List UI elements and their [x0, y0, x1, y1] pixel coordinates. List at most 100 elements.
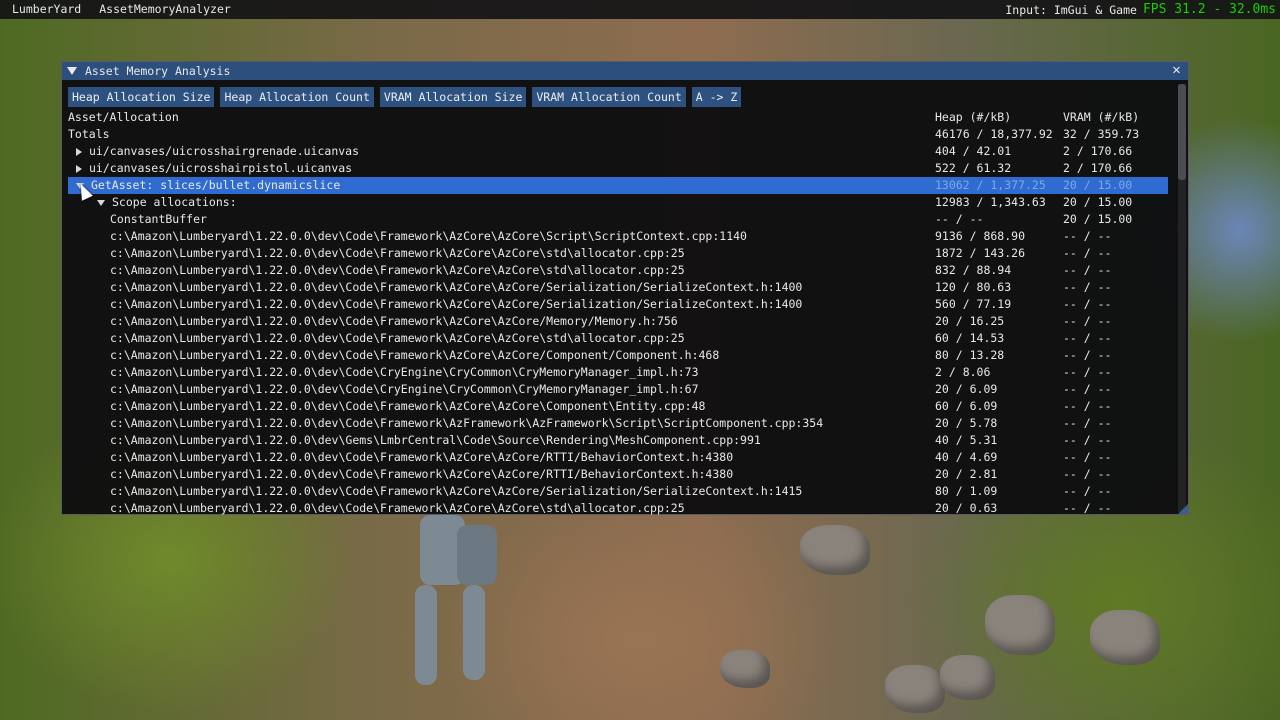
window-title-bar[interactable]: Asset Memory Analysis ✕ — [62, 62, 1188, 80]
row-heap: 13062 / 1,377.25 — [935, 178, 1046, 192]
collapse-arrow-icon[interactable] — [97, 199, 105, 206]
row-heap: 60 / 14.53 — [935, 331, 1005, 345]
row-vram: 20 / 15.00 — [1063, 178, 1133, 192]
table-row: c:\Amazon\Lumberyard\1.22.0.0\dev\Code\F… — [62, 313, 1174, 330]
tree-node-row[interactable]: Scope allocations: 12983 / 1,343.63 20 /… — [62, 194, 1174, 211]
row-name: c:\Amazon\Lumberyard\1.22.0.0\dev\Code\F… — [110, 467, 734, 481]
row-vram: -- / -- — [1063, 348, 1112, 362]
table-row: c:\Amazon\Lumberyard\1.22.0.0\dev\Code\F… — [62, 500, 1174, 517]
table-row: c:\Amazon\Lumberyard\1.22.0.0\dev\Code\F… — [62, 347, 1174, 364]
main-menu-bar: LumberYard AssetMemoryAnalyzer Input: Im… — [0, 0, 1280, 19]
menu-asset-memory-analyzer[interactable]: AssetMemoryAnalyzer — [93, 0, 237, 19]
row-vram: -- / -- — [1063, 280, 1112, 294]
row-vram: -- / -- — [1063, 416, 1112, 430]
row-name: c:\Amazon\Lumberyard\1.22.0.0\dev\Code\F… — [110, 229, 747, 243]
tree-node-row[interactable]: ui/canvases/uicrosshairgrenade.uicanvas … — [62, 143, 1174, 160]
sort-alphabetical-button[interactable]: A -> Z — [691, 87, 742, 107]
row-vram: -- / -- — [1063, 297, 1112, 311]
row-name: c:\Amazon\Lumberyard\1.22.0.0\dev\Code\F… — [110, 399, 706, 413]
row-heap: 46176 / 18,377.92 — [935, 127, 1053, 141]
vertical-scrollbar[interactable] — [1178, 84, 1186, 512]
row-vram: 2 / 170.66 — [1063, 161, 1133, 175]
table-row: c:\Amazon\Lumberyard\1.22.0.0\dev\Code\F… — [62, 449, 1174, 466]
table-row: ConstantBuffer -- / -- 20 / 15.00 — [62, 211, 1174, 228]
rock-decoration — [885, 665, 945, 713]
row-name: c:\Amazon\Lumberyard\1.22.0.0\dev\Code\F… — [110, 450, 734, 464]
row-heap: 9136 / 868.90 — [935, 229, 1026, 243]
collapse-arrow-icon[interactable] — [67, 67, 77, 75]
sort-vram-count-button[interactable]: VRAM Allocation Count — [532, 87, 686, 107]
row-heap: 60 / 6.09 — [935, 399, 998, 413]
row-name: c:\Amazon\Lumberyard\1.22.0.0\dev\Code\F… — [110, 416, 824, 430]
sort-heap-count-button[interactable]: Heap Allocation Count — [220, 87, 374, 107]
row-heap: -- / -- — [935, 212, 984, 226]
row-heap: 80 / 1.09 — [935, 484, 998, 498]
column-header-vram: VRAM (#/kB) — [1063, 110, 1140, 124]
row-heap: 560 / 77.19 — [935, 297, 1012, 311]
scrollbar-thumb[interactable] — [1178, 84, 1186, 180]
row-heap: 832 / 88.94 — [935, 263, 1012, 277]
table-row: c:\Amazon\Lumberyard\1.22.0.0\dev\Code\C… — [62, 364, 1174, 381]
row-heap: 404 / 42.01 — [935, 144, 1012, 158]
expand-arrow-icon[interactable] — [76, 164, 82, 173]
row-name: c:\Amazon\Lumberyard\1.22.0.0\dev\Code\F… — [110, 348, 720, 362]
table-header: Asset/Allocation Heap (#/kB) VRAM (#/kB) — [62, 109, 1174, 126]
row-name: c:\Amazon\Lumberyard\1.22.0.0\dev\Gems\L… — [110, 433, 761, 447]
row-heap: 12983 / 1,343.63 — [935, 195, 1046, 209]
resize-grip-icon[interactable] — [1178, 504, 1188, 514]
column-header-asset: Asset/Allocation — [68, 110, 179, 124]
row-vram: 20 / 15.00 — [1063, 195, 1133, 209]
scope-label: Scope allocations: — [112, 195, 237, 209]
rock-decoration — [940, 655, 995, 700]
rock-decoration — [720, 650, 770, 688]
window-title: Asset Memory Analysis — [85, 64, 231, 78]
tree-node-row-selected[interactable]: GetAsset: slices/bullet.dynamicslice 130… — [68, 177, 1168, 194]
row-name: c:\Amazon\Lumberyard\1.22.0.0\dev\Code\F… — [110, 246, 685, 260]
row-vram: 2 / 170.66 — [1063, 144, 1133, 158]
row-vram: -- / -- — [1063, 467, 1112, 481]
asset-name: ui/canvases/uicrosshairgrenade.uicanvas — [89, 144, 360, 158]
row-heap: 40 / 5.31 — [935, 433, 998, 447]
row-name: c:\Amazon\Lumberyard\1.22.0.0\dev\Code\C… — [110, 365, 699, 379]
close-icon[interactable]: ✕ — [1169, 63, 1184, 78]
table-row: c:\Amazon\Lumberyard\1.22.0.0\dev\Code\F… — [62, 262, 1174, 279]
row-heap: 40 / 4.69 — [935, 450, 998, 464]
row-name: GetAsset: slices/bullet.dynamicslice — [76, 177, 340, 194]
expand-arrow-icon[interactable] — [76, 147, 82, 156]
row-heap: 1872 / 143.26 — [935, 246, 1026, 260]
fps-counter: FPS 31.2 - 32.0ms — [1142, 2, 1276, 17]
table-row: c:\Amazon\Lumberyard\1.22.0.0\dev\Code\F… — [62, 466, 1174, 483]
rock-decoration — [800, 525, 870, 575]
row-vram: -- / -- — [1063, 484, 1112, 498]
row-vram: -- / -- — [1063, 229, 1112, 243]
row-vram: -- / -- — [1063, 399, 1112, 413]
row-vram: -- / -- — [1063, 246, 1112, 260]
robot-character — [385, 515, 525, 695]
row-name: ui/canvases/uicrosshairpistol.uicanvas — [76, 160, 352, 177]
sort-heap-size-button[interactable]: Heap Allocation Size — [68, 87, 215, 107]
row-name: c:\Amazon\Lumberyard\1.22.0.0\dev\Code\F… — [110, 314, 678, 328]
row-heap: 20 / 16.25 — [935, 314, 1005, 328]
row-name: Totals — [68, 127, 110, 141]
row-vram: 32 / 359.73 — [1063, 127, 1140, 141]
column-header-heap: Heap (#/kB) — [935, 110, 1012, 124]
row-heap: 120 / 80.63 — [935, 280, 1012, 294]
row-name: c:\Amazon\Lumberyard\1.22.0.0\dev\Code\F… — [110, 501, 685, 515]
table-row: c:\Amazon\Lumberyard\1.22.0.0\dev\Code\F… — [62, 296, 1174, 313]
row-vram: -- / -- — [1063, 450, 1112, 464]
table-row: c:\Amazon\Lumberyard\1.22.0.0\dev\Code\F… — [62, 228, 1174, 245]
row-heap: 20 / 0.63 — [935, 501, 998, 515]
sort-vram-size-button[interactable]: VRAM Allocation Size — [379, 87, 527, 107]
rock-decoration — [985, 595, 1055, 655]
table-row: c:\Amazon\Lumberyard\1.22.0.0\dev\Code\F… — [62, 483, 1174, 500]
rock-decoration — [1090, 610, 1160, 665]
row-vram: -- / -- — [1063, 501, 1112, 515]
tree-node-row[interactable]: ui/canvases/uicrosshairpistol.uicanvas 5… — [62, 160, 1174, 177]
menu-lumberyard[interactable]: LumberYard — [6, 0, 87, 19]
row-name: c:\Amazon\Lumberyard\1.22.0.0\dev\Code\F… — [110, 280, 803, 294]
totals-row: Totals 46176 / 18,377.92 32 / 359.73 — [62, 126, 1174, 143]
table-row: c:\Amazon\Lumberyard\1.22.0.0\dev\Gems\L… — [62, 432, 1174, 449]
sort-buttons: Heap Allocation Size Heap Allocation Cou… — [68, 87, 742, 107]
row-heap: 20 / 6.09 — [935, 382, 998, 396]
row-vram: -- / -- — [1063, 331, 1112, 345]
